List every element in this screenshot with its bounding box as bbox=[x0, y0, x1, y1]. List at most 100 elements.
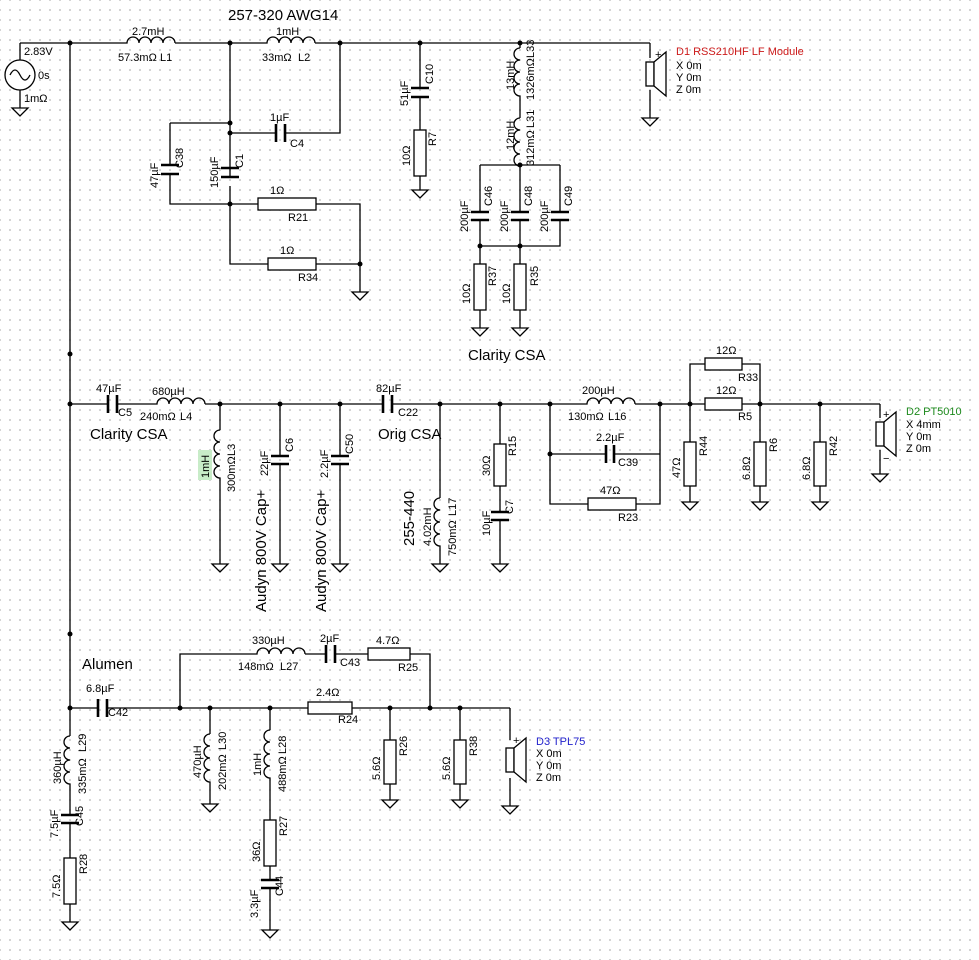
speaker-d2[interactable]: + − bbox=[875, 409, 897, 465]
inductor-L3[interactable] bbox=[213, 429, 221, 494]
C43-value: 2µF bbox=[320, 633, 339, 645]
L30-dcr: 202mΩ bbox=[217, 754, 229, 790]
C45-ref: C45 bbox=[74, 806, 86, 826]
d1-name: D1 RSS210HF LF Module bbox=[676, 46, 804, 58]
capacitor-C50[interactable] bbox=[331, 454, 349, 466]
note-clarity-csa-mid: Clarity CSA bbox=[90, 426, 168, 443]
resistor-R34[interactable] bbox=[267, 257, 317, 271]
L29-ref: L29 bbox=[77, 734, 89, 752]
R5-ref: R5 bbox=[738, 411, 752, 423]
R37-value: 10Ω bbox=[461, 284, 473, 304]
resistor-R15[interactable] bbox=[493, 443, 507, 487]
C42-value: 6.8µF bbox=[86, 683, 115, 695]
capacitor-C48[interactable] bbox=[511, 210, 529, 222]
note-audyn-c50: Audyn 800V Cap+ bbox=[313, 490, 330, 612]
R35-value: 10Ω bbox=[501, 284, 513, 304]
resistor-R33[interactable] bbox=[704, 357, 743, 371]
capacitor-C43[interactable] bbox=[323, 645, 338, 663]
L31-value: 12mH bbox=[505, 121, 517, 150]
C50-ref: C50 bbox=[344, 434, 356, 454]
source-resistance: 1mΩ bbox=[24, 93, 48, 105]
R38-value: 5.6Ω bbox=[441, 756, 453, 780]
R26-ref: R26 bbox=[398, 736, 410, 756]
resistor-R35[interactable] bbox=[513, 263, 527, 311]
C5-value: 47µF bbox=[96, 383, 122, 395]
ground-symbol bbox=[810, 501, 830, 511]
C10-value: 51µF bbox=[399, 80, 411, 106]
speaker-d1[interactable]: + bbox=[645, 49, 667, 98]
C10-ref: C10 bbox=[424, 64, 436, 84]
C46-value: 200µF bbox=[459, 200, 471, 232]
C6-value: 22µF bbox=[259, 450, 271, 476]
capacitor-C22[interactable] bbox=[380, 395, 395, 413]
L29-dcr: 335mΩ bbox=[77, 758, 89, 794]
speaker-d3[interactable]: + bbox=[505, 735, 527, 784]
R42-ref: R42 bbox=[828, 436, 840, 456]
R24-value: 2.4Ω bbox=[316, 687, 340, 699]
voltage-source[interactable] bbox=[4, 59, 36, 91]
resistor-R5[interactable] bbox=[704, 397, 743, 411]
C22-value: 82µF bbox=[376, 383, 402, 395]
resistor-R6[interactable] bbox=[753, 441, 767, 487]
C1-ref: C1 bbox=[234, 154, 246, 168]
C38-ref: C38 bbox=[174, 148, 186, 168]
C46-ref: C46 bbox=[483, 186, 495, 206]
C43-ref: C43 bbox=[340, 657, 360, 669]
ground-symbol bbox=[350, 291, 370, 301]
d1-x: X 0m bbox=[676, 60, 702, 72]
inductor-L29[interactable] bbox=[63, 735, 71, 796]
L33-value: 13mH bbox=[505, 61, 517, 90]
L31-dcr: 312mΩ bbox=[525, 130, 537, 166]
inductor-L30[interactable] bbox=[203, 733, 211, 792]
capacitor-C6[interactable] bbox=[271, 454, 289, 466]
resistor-R44[interactable] bbox=[683, 441, 697, 487]
C44-value: 3.3µF bbox=[249, 889, 261, 918]
resistor-R7[interactable] bbox=[413, 129, 427, 177]
inductor-L4[interactable] bbox=[150, 397, 206, 405]
resistor-R42[interactable] bbox=[813, 441, 827, 487]
L28-dcr: 488mΩ bbox=[277, 756, 289, 792]
L28-value: 1mH bbox=[252, 753, 264, 776]
capacitor-C49[interactable] bbox=[551, 210, 569, 222]
L17-value: 4.02mH bbox=[422, 507, 434, 546]
C5-ref: C5 bbox=[118, 407, 132, 419]
R28-value: 7.5Ω bbox=[51, 874, 63, 898]
C4-value: 1µF bbox=[270, 112, 289, 124]
resistor-R23[interactable] bbox=[587, 497, 637, 511]
C39-ref: C39 bbox=[618, 457, 638, 469]
resistor-R28[interactable] bbox=[63, 857, 77, 905]
capacitor-C39[interactable] bbox=[603, 445, 617, 463]
d1-y: Y 0m bbox=[676, 72, 701, 84]
junctions bbox=[67, 40, 823, 711]
L30-value: 470µH bbox=[192, 745, 204, 778]
R6-value: 6.8Ω bbox=[741, 456, 753, 480]
L3-value: 1mH bbox=[200, 455, 212, 478]
resistor-R26[interactable] bbox=[383, 739, 397, 785]
R25-value: 4.7Ω bbox=[376, 635, 400, 647]
svg-text:+: + bbox=[655, 49, 661, 61]
inductor-L17[interactable] bbox=[433, 497, 441, 560]
capacitor-C4[interactable] bbox=[273, 124, 288, 142]
inductor-L27[interactable] bbox=[250, 647, 306, 655]
R26-value: 5.6Ω bbox=[371, 756, 383, 780]
d3-z: Z 0m bbox=[536, 772, 561, 784]
resistor-R24[interactable] bbox=[307, 701, 353, 715]
L4-dcr: 240mΩ bbox=[140, 411, 176, 423]
resistor-R38[interactable] bbox=[453, 739, 467, 785]
source-phase: 0s bbox=[38, 70, 50, 82]
ground-symbol bbox=[430, 563, 450, 573]
inductor-L16[interactable] bbox=[580, 397, 636, 405]
resistor-R21[interactable] bbox=[257, 197, 317, 211]
C7-value: 10µF bbox=[481, 510, 493, 536]
C49-value: 200µF bbox=[539, 200, 551, 232]
resistor-R27[interactable] bbox=[263, 819, 277, 867]
note-clarity-csa-lf: Clarity CSA bbox=[468, 347, 546, 364]
note-255-440: 255-440 bbox=[401, 491, 418, 546]
L29-value: 360µH bbox=[52, 751, 64, 784]
resistor-R37[interactable] bbox=[473, 263, 487, 311]
C44-ref: C44 bbox=[274, 876, 286, 896]
resistor-R25[interactable] bbox=[367, 647, 411, 661]
L28-ref: L28 bbox=[277, 736, 289, 754]
capacitor-C46[interactable] bbox=[471, 210, 489, 222]
inductor-L28[interactable] bbox=[263, 729, 271, 796]
